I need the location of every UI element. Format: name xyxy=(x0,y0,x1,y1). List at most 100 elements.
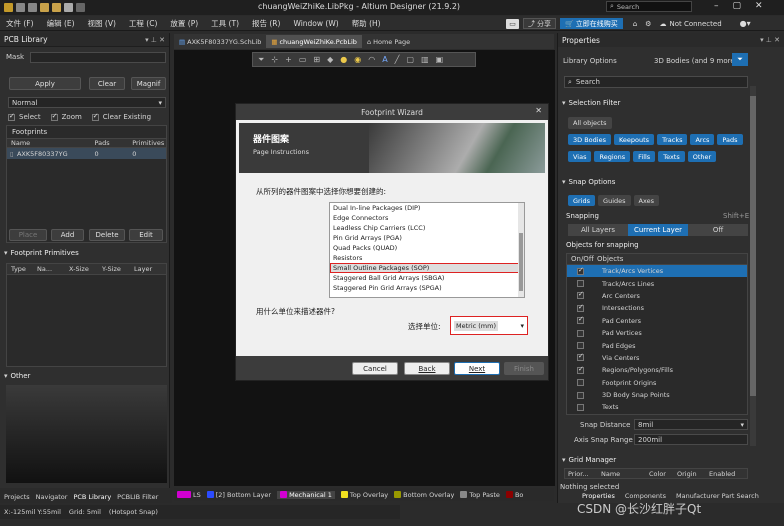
prim-col-xsize[interactable]: X-Size xyxy=(69,265,102,273)
open-folder-icon[interactable] xyxy=(52,3,61,12)
col-primitives[interactable]: Primitives xyxy=(132,139,166,147)
properties-pin-icons[interactable]: ▾ ⊥ ✕ xyxy=(760,36,780,44)
list-item[interactable]: Edge Connectors xyxy=(330,213,524,223)
settings-icon[interactable]: ⚙ xyxy=(645,20,651,28)
sel-collapse-icon[interactable]: ▾ xyxy=(562,99,566,107)
next-button[interactable]: Next xyxy=(454,362,500,375)
tab-pcb-library[interactable]: PCB Library xyxy=(73,493,111,501)
grid-col-origin[interactable]: Origin xyxy=(677,470,709,478)
tab-manufacturer-search[interactable]: Manufacturer Part Search xyxy=(676,492,759,500)
user-icon[interactable]: ●▾ xyxy=(740,19,751,28)
save-icon[interactable] xyxy=(16,3,25,12)
snap-object-checkbox[interactable] xyxy=(577,280,584,288)
select-check[interactable]: Select xyxy=(8,112,41,121)
align-icon[interactable]: ⊞ xyxy=(313,55,320,64)
rect-select-icon[interactable]: ▭ xyxy=(299,55,307,64)
panel-pin-icons[interactable]: ▾ ⊥ ✕ xyxy=(145,36,165,44)
list-scrollbar[interactable] xyxy=(518,203,524,297)
delete-button[interactable]: Delete xyxy=(89,229,125,241)
place-button[interactable]: Place xyxy=(9,229,47,241)
snap-collapse-icon[interactable]: ▾ xyxy=(562,178,566,186)
snap-object-checkbox[interactable] xyxy=(577,391,584,399)
tab-components[interactable]: Components xyxy=(625,492,666,500)
filter-button[interactable]: ⏷ xyxy=(732,53,748,66)
properties-search[interactable]: ⌕ Search xyxy=(564,76,748,88)
col-pads[interactable]: Pads xyxy=(94,139,132,147)
snap-object-row[interactable]: Pad Centers xyxy=(567,315,747,327)
list-item[interactable]: Dual In-line Packages (DIP) xyxy=(330,203,524,213)
properties-scrollbar[interactable] xyxy=(750,86,756,446)
zoom-check[interactable]: Zoom xyxy=(50,112,82,121)
list-item[interactable]: Quad Packs (QUAD) xyxy=(330,243,524,253)
snap-object-row[interactable]: Regions/Polygons/Fills xyxy=(567,364,747,376)
filter-pads[interactable]: Pads xyxy=(717,134,743,145)
layer-tab[interactable]: LS xyxy=(177,491,201,499)
snap-object-row[interactable]: Track/Arcs Lines xyxy=(567,277,747,289)
clear-existing-check[interactable]: Clear Existing xyxy=(91,112,151,121)
filter-vias[interactable]: Vias xyxy=(568,151,592,162)
filter-tracks[interactable]: Tracks xyxy=(657,134,688,145)
via-icon[interactable]: ◉ xyxy=(354,55,361,64)
axis-snap-input[interactable]: 200mil xyxy=(634,434,748,445)
close-window-icon[interactable]: ✕ xyxy=(755,1,763,11)
unit-select[interactable]: Metric (mm) ▾ xyxy=(450,316,528,335)
redo-icon[interactable] xyxy=(76,3,85,12)
snap-object-checkbox[interactable] xyxy=(577,352,584,362)
open-icon[interactable] xyxy=(40,3,49,12)
snap-all-layers[interactable]: All Layers xyxy=(568,226,628,234)
add-button[interactable]: Add xyxy=(51,229,84,241)
snap-off[interactable]: Off xyxy=(688,226,748,234)
menu-window[interactable]: Window (W) xyxy=(293,19,338,28)
menu-reports[interactable]: 报告 (R) xyxy=(252,18,280,29)
grid-col-name[interactable]: Name xyxy=(597,470,649,478)
snap-object-checkbox[interactable] xyxy=(577,342,584,350)
home-icon[interactable]: ⌂ xyxy=(633,20,637,28)
layer-icon[interactable]: ◆ xyxy=(327,55,333,64)
snap-object-row[interactable]: Texts xyxy=(567,401,747,413)
snap-object-row[interactable]: Arc Centers xyxy=(567,290,747,302)
snap-object-checkbox[interactable] xyxy=(577,403,584,411)
layer-tab[interactable]: [2] Bottom Layer xyxy=(206,491,271,499)
minimize-icon[interactable]: – xyxy=(714,1,719,11)
tab-projects[interactable]: Projects xyxy=(4,493,30,501)
wizard-close-icon[interactable]: ✕ xyxy=(535,106,542,115)
snap-guides-button[interactable]: Guides xyxy=(598,195,631,206)
tab-properties[interactable]: Properties xyxy=(582,492,615,500)
mode-select[interactable]: Normal ▾ xyxy=(8,97,166,108)
chat-icon[interactable]: ▭ xyxy=(506,18,519,29)
clear-existing-checkbox[interactable] xyxy=(91,112,99,121)
snap-object-row[interactable]: Footprint Origins xyxy=(567,377,747,389)
layer-tab[interactable]: Mechanical 1 xyxy=(277,490,335,499)
layer-tab[interactable]: Top Overlay xyxy=(340,491,388,499)
tab-navigator[interactable]: Navigator xyxy=(36,493,68,501)
region-icon[interactable]: ▢ xyxy=(407,55,415,64)
list-item-selected[interactable]: Small Outline Packages (SOP) xyxy=(330,263,524,273)
maximize-icon[interactable]: ▢ xyxy=(733,1,742,11)
menu-tools[interactable]: 工具 (T) xyxy=(211,18,239,29)
snap-object-row[interactable]: Intersections xyxy=(567,302,747,314)
list-item[interactable]: Leadless Chip Carriers (LCC) xyxy=(330,223,524,233)
zoom-checkbox[interactable] xyxy=(50,112,58,121)
table-row[interactable]: ▯ AXK5F80337YG 0 0 xyxy=(7,148,166,159)
prim-col-ysize[interactable]: Y-Size xyxy=(102,265,134,273)
list-item[interactable]: Pin Grid Arrays (PGA) xyxy=(330,233,524,243)
text-icon[interactable]: A xyxy=(382,55,387,64)
filter-texts[interactable]: Texts xyxy=(658,151,685,162)
list-item[interactable]: Staggered Ball Grid Arrays (SBGA) xyxy=(330,273,524,283)
arc-icon[interactable]: ◠ xyxy=(368,55,375,64)
line-icon[interactable]: ╱ xyxy=(395,55,400,64)
filter-other[interactable]: Other xyxy=(687,151,717,162)
snap-object-row[interactable]: Pad Edges xyxy=(567,339,747,351)
clear-button[interactable]: Clear xyxy=(89,77,125,90)
filter-3d-bodies[interactable]: 3D Bodies xyxy=(568,134,611,145)
snap-object-checkbox[interactable] xyxy=(577,315,584,325)
prim-col-name[interactable]: Na... xyxy=(37,265,69,273)
back-button[interactable]: Back xyxy=(404,362,450,375)
chart-icon[interactable]: ▥ xyxy=(421,55,429,64)
undo-icon[interactable] xyxy=(64,3,73,12)
filter-icon[interactable]: ⏷ xyxy=(258,55,264,65)
mask-input[interactable] xyxy=(30,52,166,63)
board-icon[interactable]: ▣ xyxy=(436,55,444,64)
snap-object-checkbox[interactable] xyxy=(577,290,584,300)
doc-tab-pcblib[interactable]: ▦ chuangWeiZhiKe.PcbLib xyxy=(266,35,362,48)
